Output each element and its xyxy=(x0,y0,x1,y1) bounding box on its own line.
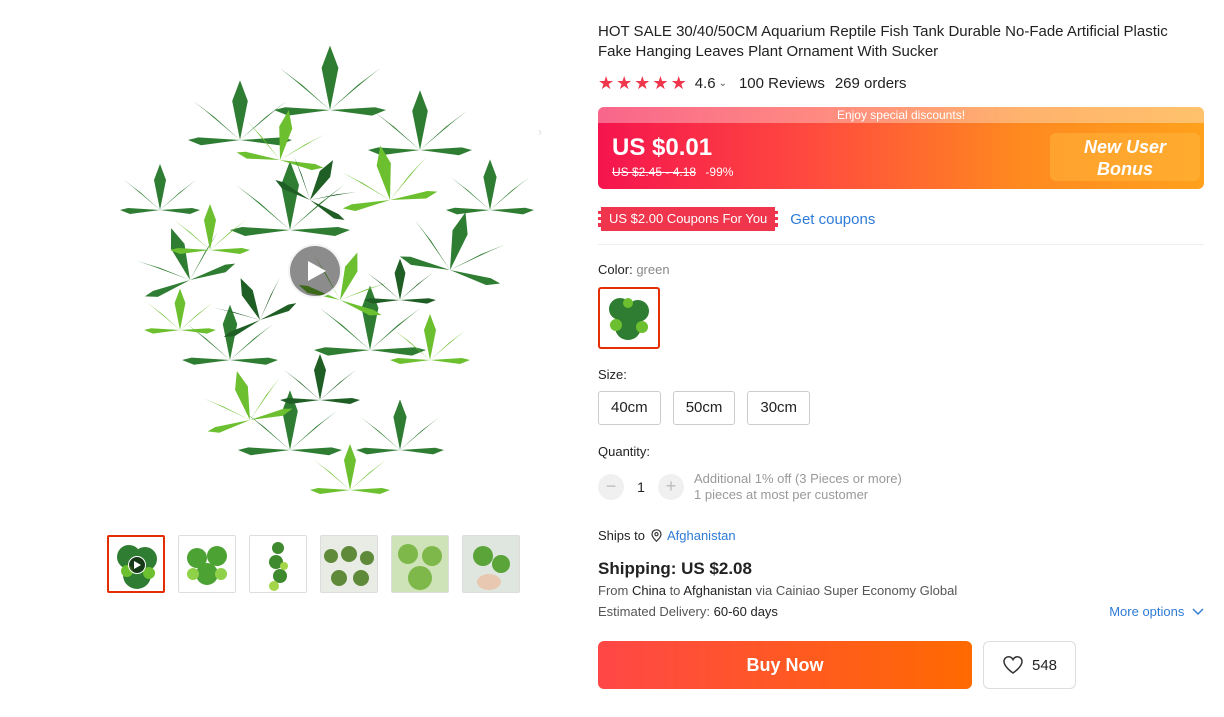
chevron-down-icon xyxy=(1192,608,1204,615)
purchase-limit-note: 1 pieces at most per customer xyxy=(694,487,869,502)
size-option-30cm[interactable]: 30cm xyxy=(747,391,811,425)
more-options-link[interactable]: More options xyxy=(1109,604,1204,619)
new-user-bonus-badge: New User Bonus xyxy=(1050,133,1200,181)
thumbnail-image xyxy=(321,536,377,592)
ships-to-label: Ships to xyxy=(598,528,645,543)
color-label: Color: xyxy=(598,262,633,277)
bulk-discount-note: Additional 1% off (3 Pieces or more) xyxy=(694,471,902,486)
main-product-image[interactable] xyxy=(100,30,540,520)
thumbnail-image xyxy=(463,536,519,592)
estimated-delivery: Estimated Delivery: 60-60 days xyxy=(598,604,778,619)
color-label-row: Color: green xyxy=(598,262,1204,277)
buy-now-button[interactable]: Buy Now xyxy=(598,641,972,689)
rating-value[interactable]: 4.6 xyxy=(695,75,716,92)
quantity-section: Quantity: − 1 + Additional 1% off (3 Pie… xyxy=(598,444,1204,503)
divider xyxy=(598,244,1204,245)
thumbnail-image xyxy=(269,542,288,591)
reviews-link[interactable]: 100 Reviews xyxy=(739,75,825,92)
delivery-label: Estimated Delivery: xyxy=(598,604,710,619)
thumbnail-image xyxy=(392,536,448,592)
quantity-decrease-button[interactable]: − xyxy=(598,474,624,500)
action-bar: Buy Now 548 xyxy=(598,641,1204,689)
thumbnail-strip xyxy=(107,535,520,593)
color-section: Color: green xyxy=(598,262,1204,349)
thumbnail-video[interactable] xyxy=(107,535,165,593)
from-prefix: From xyxy=(598,583,629,598)
color-value: green xyxy=(636,262,670,277)
thumbnail-6[interactable] xyxy=(462,535,520,593)
gallery-next-icon[interactable]: › xyxy=(538,125,542,139)
thumbnail-4[interactable] xyxy=(320,535,378,593)
play-icon xyxy=(308,261,326,281)
thumbnail-5[interactable] xyxy=(391,535,449,593)
color-swatch-green[interactable] xyxy=(598,287,660,349)
more-options-label: More options xyxy=(1109,604,1185,619)
product-info: HOT SALE 30/40/50CM Aquarium Reptile Fis… xyxy=(598,22,1204,689)
heart-icon xyxy=(1003,656,1023,674)
original-price: US $2.45 - 4.18 xyxy=(612,165,697,179)
discount-percent: -99% xyxy=(705,165,734,179)
bonus-line-2: Bonus xyxy=(1097,159,1153,179)
get-coupons-link[interactable]: Get coupons xyxy=(790,211,875,228)
original-price-row: US $2.45 - 4.18 -99% xyxy=(612,165,733,179)
star-icon: ★ xyxy=(616,73,633,93)
current-price: US $0.01 xyxy=(612,134,713,161)
size-options: 40cm 50cm 30cm xyxy=(598,391,1204,425)
location-pin-icon xyxy=(651,529,662,542)
quantity-note: Additional 1% off (3 Pieces or more) 1 p… xyxy=(694,471,902,503)
star-icon: ★ xyxy=(634,73,651,93)
coupon-tag[interactable]: US $2.00 Coupons For You xyxy=(598,207,779,231)
ships-to-row: Ships to Afghanistan xyxy=(598,528,1204,543)
to-word: to xyxy=(669,583,681,598)
wishlist-count: 548 xyxy=(1031,656,1058,674)
quantity-increase-button[interactable]: + xyxy=(658,474,684,500)
star-icon: ★ xyxy=(598,73,615,93)
quantity-value[interactable]: 1 xyxy=(624,479,658,495)
bonus-line-1: New User xyxy=(1083,137,1167,157)
thumbnail-image xyxy=(187,546,227,585)
delivery-row: Estimated Delivery: 60-60 days More opti… xyxy=(598,604,1204,619)
rating-row: ★ ★ ★ ★ ★ 4.6 ⌄ 100 Reviews 269 orders xyxy=(598,74,1204,92)
play-video-button[interactable] xyxy=(288,244,342,298)
size-option-50cm[interactable]: 50cm xyxy=(672,391,736,425)
shipping-carrier: via Cainiao Super Economy Global xyxy=(755,583,958,598)
shipping-cost: Shipping: US $2.08 xyxy=(598,559,752,578)
price-banner: Enjoy special discounts! US $0.01 US $2.… xyxy=(598,107,1204,189)
discount-banner-text: Enjoy special discounts! xyxy=(598,107,1204,123)
coupon-row: US $2.00 Coupons For You Get coupons xyxy=(598,206,1204,232)
swatch-image xyxy=(609,298,649,340)
star-icon: ★ xyxy=(652,73,669,93)
from-country: China xyxy=(631,583,666,598)
delivery-value: 60-60 days xyxy=(713,604,778,619)
wishlist-button[interactable]: 548 xyxy=(983,641,1076,689)
thumbnail-2[interactable] xyxy=(178,535,236,593)
size-label: Size: xyxy=(598,367,627,382)
product-title: HOT SALE 30/40/50CM Aquarium Reptile Fis… xyxy=(598,23,1168,60)
star-icon: ★ xyxy=(670,73,687,93)
chevron-down-icon[interactable]: ⌄ xyxy=(719,78,727,89)
to-country: Afghanistan xyxy=(683,583,752,598)
quantity-stepper: − 1 + Additional 1% off (3 Pieces or mor… xyxy=(598,471,1204,503)
play-icon xyxy=(128,556,146,574)
ship-country-link[interactable]: Afghanistan xyxy=(667,528,736,543)
size-option-40cm[interactable]: 40cm xyxy=(598,391,661,425)
rating-stars: ★ ★ ★ ★ ★ xyxy=(598,74,687,92)
shipping-route: From China to Afghanistan via Cainiao Su… xyxy=(598,583,1204,598)
size-section: Size: 40cm 50cm 30cm xyxy=(598,367,1204,425)
quantity-label: Quantity: xyxy=(598,444,651,459)
orders-count: 269 orders xyxy=(834,74,907,92)
thumbnail-3[interactable] xyxy=(249,535,307,593)
